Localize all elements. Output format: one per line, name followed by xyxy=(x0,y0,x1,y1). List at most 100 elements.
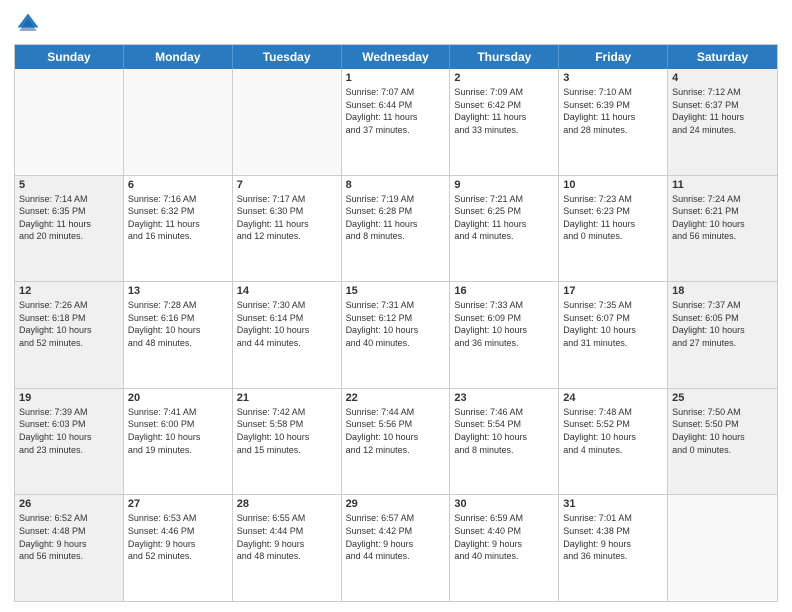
page: SundayMondayTuesdayWednesdayThursdayFrid… xyxy=(0,0,792,612)
calendar-cell: 16 Sunrise: 7:33 AM Sunset: 6:09 PM Dayli… xyxy=(450,282,559,388)
day-number: 20 xyxy=(128,392,228,404)
cell-info: Sunrise: 7:23 AM Sunset: 6:23 PM Dayligh… xyxy=(563,193,663,243)
calendar-cell: 10 Sunrise: 7:23 AM Sunset: 6:23 PM Dayli… xyxy=(559,176,668,282)
day-number: 23 xyxy=(454,392,554,404)
calendar-cell: 8Sunrise: 7:19 AM Sunset: 6:28 PM Daylig… xyxy=(342,176,451,282)
day-number: 3 xyxy=(563,72,663,84)
cell-info: Sunrise: 7:26 AM Sunset: 6:18 PM Dayligh… xyxy=(19,299,119,349)
day-number: 18 xyxy=(672,285,773,297)
day-number: 11 xyxy=(672,179,773,191)
cell-info: Sunrise: 7:28 AM Sunset: 6:16 PM Dayligh… xyxy=(128,299,228,349)
calendar-cell xyxy=(233,69,342,175)
weekday-header: Monday xyxy=(124,45,233,69)
cell-info: Sunrise: 7:31 AM Sunset: 6:12 PM Dayligh… xyxy=(346,299,446,349)
logo xyxy=(14,10,46,38)
calendar-cell xyxy=(15,69,124,175)
cell-info: Sunrise: 7:46 AM Sunset: 5:54 PM Dayligh… xyxy=(454,406,554,456)
calendar-cell xyxy=(124,69,233,175)
day-number: 10 xyxy=(563,179,663,191)
day-number: 14 xyxy=(237,285,337,297)
day-number: 5 xyxy=(19,179,119,191)
cell-info: Sunrise: 6:53 AM Sunset: 4:46 PM Dayligh… xyxy=(128,512,228,562)
cell-info: Sunrise: 7:37 AM Sunset: 6:05 PM Dayligh… xyxy=(672,299,773,349)
calendar-cell: 25 Sunrise: 7:50 AM Sunset: 5:50 PM Dayli… xyxy=(668,389,777,495)
calendar-body: 1 Sunrise: 7:07 AM Sunset: 6:44 PM Daylig… xyxy=(15,69,777,601)
calendar-cell: 9 Sunrise: 7:21 AM Sunset: 6:25 PM Daylig… xyxy=(450,176,559,282)
day-number: 16 xyxy=(454,285,554,297)
cell-info: Sunrise: 7:39 AM Sunset: 6:03 PM Dayligh… xyxy=(19,406,119,456)
day-number: 13 xyxy=(128,285,228,297)
day-number: 4 xyxy=(672,72,773,84)
day-number: 12 xyxy=(19,285,119,297)
cell-info: Sunrise: 7:21 AM Sunset: 6:25 PM Dayligh… xyxy=(454,193,554,243)
day-number: 8 xyxy=(346,179,446,191)
calendar-cell: 26 Sunrise: 6:52 AM Sunset: 4:48 PM Dayli… xyxy=(15,495,124,601)
weekday-header: Tuesday xyxy=(233,45,342,69)
calendar-row: 19 Sunrise: 7:39 AM Sunset: 6:03 PM Dayli… xyxy=(15,388,777,495)
calendar-cell: 23 Sunrise: 7:46 AM Sunset: 5:54 PM Dayli… xyxy=(450,389,559,495)
calendar-cell: 15 Sunrise: 7:31 AM Sunset: 6:12 PM Dayli… xyxy=(342,282,451,388)
day-number: 26 xyxy=(19,498,119,510)
calendar-cell: 17Sunrise: 7:35 AM Sunset: 6:07 PM Dayli… xyxy=(559,282,668,388)
calendar-cell: 11Sunrise: 7:24 AM Sunset: 6:21 PM Dayli… xyxy=(668,176,777,282)
cell-info: Sunrise: 7:48 AM Sunset: 5:52 PM Dayligh… xyxy=(563,406,663,456)
cell-info: Sunrise: 7:01 AM Sunset: 4:38 PM Dayligh… xyxy=(563,512,663,562)
day-number: 9 xyxy=(454,179,554,191)
day-number: 1 xyxy=(346,72,446,84)
calendar-cell: 20Sunrise: 7:41 AM Sunset: 6:00 PM Dayli… xyxy=(124,389,233,495)
cell-info: Sunrise: 7:33 AM Sunset: 6:09 PM Dayligh… xyxy=(454,299,554,349)
cell-info: Sunrise: 7:17 AM Sunset: 6:30 PM Dayligh… xyxy=(237,193,337,243)
calendar-cell: 4 Sunrise: 7:12 AM Sunset: 6:37 PM Daylig… xyxy=(668,69,777,175)
day-number: 15 xyxy=(346,285,446,297)
cell-info: Sunrise: 6:59 AM Sunset: 4:40 PM Dayligh… xyxy=(454,512,554,562)
cell-info: Sunrise: 7:42 AM Sunset: 5:58 PM Dayligh… xyxy=(237,406,337,456)
calendar-cell xyxy=(668,495,777,601)
cell-info: Sunrise: 7:30 AM Sunset: 6:14 PM Dayligh… xyxy=(237,299,337,349)
calendar-cell: 14 Sunrise: 7:30 AM Sunset: 6:14 PM Dayli… xyxy=(233,282,342,388)
cell-info: Sunrise: 6:52 AM Sunset: 4:48 PM Dayligh… xyxy=(19,512,119,562)
cell-info: Sunrise: 7:10 AM Sunset: 6:39 PM Dayligh… xyxy=(563,86,663,136)
day-number: 21 xyxy=(237,392,337,404)
cell-info: Sunrise: 7:12 AM Sunset: 6:37 PM Dayligh… xyxy=(672,86,773,136)
calendar-row: 12 Sunrise: 7:26 AM Sunset: 6:18 PM Dayli… xyxy=(15,281,777,388)
weekday-header: Friday xyxy=(559,45,668,69)
calendar-cell: 21 Sunrise: 7:42 AM Sunset: 5:58 PM Dayli… xyxy=(233,389,342,495)
day-number: 19 xyxy=(19,392,119,404)
day-number: 30 xyxy=(454,498,554,510)
day-number: 22 xyxy=(346,392,446,404)
header xyxy=(14,10,778,38)
cell-info: Sunrise: 7:07 AM Sunset: 6:44 PM Dayligh… xyxy=(346,86,446,136)
day-number: 24 xyxy=(563,392,663,404)
cell-info: Sunrise: 7:09 AM Sunset: 6:42 PM Dayligh… xyxy=(454,86,554,136)
day-number: 29 xyxy=(346,498,446,510)
calendar-cell: 6Sunrise: 7:16 AM Sunset: 6:32 PM Daylig… xyxy=(124,176,233,282)
calendar-cell: 28 Sunrise: 6:55 AM Sunset: 4:44 PM Dayli… xyxy=(233,495,342,601)
calendar-row: 5 Sunrise: 7:14 AM Sunset: 6:35 PM Daylig… xyxy=(15,175,777,282)
cell-info: Sunrise: 6:55 AM Sunset: 4:44 PM Dayligh… xyxy=(237,512,337,562)
weekday-header: Wednesday xyxy=(342,45,451,69)
calendar-header: SundayMondayTuesdayWednesdayThursdayFrid… xyxy=(15,45,777,69)
calendar-cell: 31Sunrise: 7:01 AM Sunset: 4:38 PM Dayli… xyxy=(559,495,668,601)
calendar-cell: 30 Sunrise: 6:59 AM Sunset: 4:40 PM Dayli… xyxy=(450,495,559,601)
calendar-cell: 12 Sunrise: 7:26 AM Sunset: 6:18 PM Dayli… xyxy=(15,282,124,388)
cell-info: Sunrise: 7:44 AM Sunset: 5:56 PM Dayligh… xyxy=(346,406,446,456)
calendar-cell: 19 Sunrise: 7:39 AM Sunset: 6:03 PM Dayli… xyxy=(15,389,124,495)
calendar-cell: 22 Sunrise: 7:44 AM Sunset: 5:56 PM Dayli… xyxy=(342,389,451,495)
cell-info: Sunrise: 7:50 AM Sunset: 5:50 PM Dayligh… xyxy=(672,406,773,456)
cell-info: Sunrise: 7:14 AM Sunset: 6:35 PM Dayligh… xyxy=(19,193,119,243)
weekday-header: Thursday xyxy=(450,45,559,69)
day-number: 27 xyxy=(128,498,228,510)
calendar-cell: 29Sunrise: 6:57 AM Sunset: 4:42 PM Dayli… xyxy=(342,495,451,601)
calendar-cell: 1 Sunrise: 7:07 AM Sunset: 6:44 PM Daylig… xyxy=(342,69,451,175)
calendar-cell: 24 Sunrise: 7:48 AM Sunset: 5:52 PM Dayli… xyxy=(559,389,668,495)
day-number: 17 xyxy=(563,285,663,297)
weekday-header: Sunday xyxy=(15,45,124,69)
day-number: 28 xyxy=(237,498,337,510)
calendar-cell: 18 Sunrise: 7:37 AM Sunset: 6:05 PM Dayli… xyxy=(668,282,777,388)
calendar-cell: 5 Sunrise: 7:14 AM Sunset: 6:35 PM Daylig… xyxy=(15,176,124,282)
calendar-cell: 3 Sunrise: 7:10 AM Sunset: 6:39 PM Daylig… xyxy=(559,69,668,175)
day-number: 2 xyxy=(454,72,554,84)
calendar-row: 1 Sunrise: 7:07 AM Sunset: 6:44 PM Daylig… xyxy=(15,69,777,175)
logo-icon xyxy=(14,10,42,38)
day-number: 25 xyxy=(672,392,773,404)
